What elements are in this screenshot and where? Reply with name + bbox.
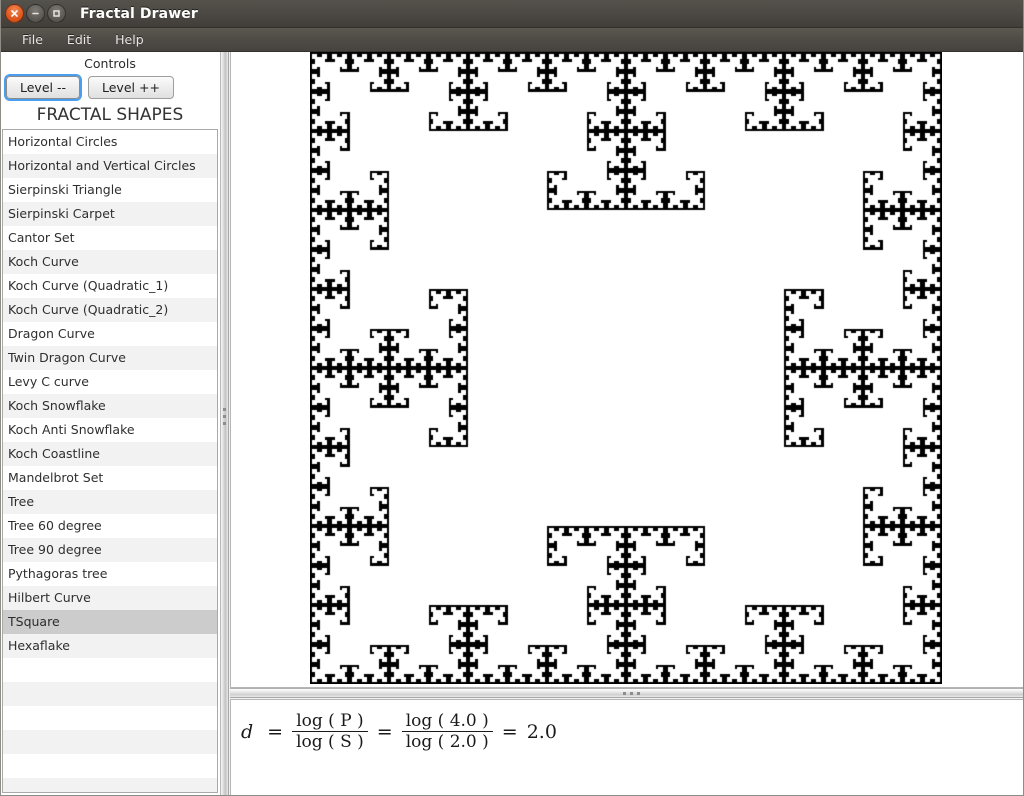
- list-item[interactable]: Koch Anti Snowflake: [3, 418, 217, 442]
- list-item[interactable]: Koch Coastline: [3, 442, 217, 466]
- fractal-drawing-canvas[interactable]: [310, 52, 942, 684]
- list-item[interactable]: Hexaflake: [3, 634, 217, 658]
- minimize-icon[interactable]: [26, 4, 45, 23]
- list-item[interactable]: Dragon Curve: [3, 322, 217, 346]
- menu-item-help[interactable]: Help: [103, 30, 156, 49]
- list-item[interactable]: Koch Curve (Quadratic_1): [3, 274, 217, 298]
- list-item-empty: [3, 682, 217, 706]
- list-item[interactable]: Horizontal and Vertical Circles: [3, 154, 217, 178]
- menu-item-edit[interactable]: Edit: [55, 30, 103, 49]
- list-item[interactable]: Sierpinski Carpet: [3, 202, 217, 226]
- formula-symbolic-fraction: log ( P ) log ( S ): [292, 712, 368, 752]
- application-window: Fractal Drawer File Edit Help Controls L…: [0, 0, 1024, 796]
- formula-result: 2.0: [526, 720, 557, 743]
- fractal-dimension-formula: d = log ( P ) log ( S ) = log ( 4.0 ) lo…: [241, 712, 557, 752]
- list-item[interactable]: Horizontal Circles: [3, 130, 217, 154]
- right-panel: d = log ( P ) log ( S ) = log ( 4.0 ) lo…: [230, 52, 1024, 796]
- maximize-icon[interactable]: [47, 4, 66, 23]
- list-item-empty: [3, 778, 217, 792]
- level-down-button[interactable]: Level --: [4, 74, 82, 101]
- fractal-shapes-list[interactable]: Horizontal Circles Horizontal and Vertica…: [2, 129, 218, 793]
- list-item[interactable]: TSquare: [3, 610, 217, 634]
- dimension-formula-panel: d = log ( P ) log ( S ) = log ( 4.0 ) lo…: [230, 699, 1024, 796]
- formula-numeric-denominator: log ( 2.0 ): [405, 732, 489, 753]
- list-item-empty: [3, 706, 217, 730]
- list-item[interactable]: Hilbert Curve: [3, 586, 217, 610]
- vertical-splitter[interactable]: [221, 52, 229, 796]
- list-item[interactable]: Koch Curve: [3, 250, 217, 274]
- horizontal-splitter[interactable]: [230, 688, 1024, 698]
- formula-equals-2: =: [376, 720, 393, 743]
- main-content: Controls Level -- Level ++ FRACTAL SHAPE…: [0, 52, 1024, 796]
- controls-button-row: Level -- Level ++: [0, 74, 220, 101]
- formula-equals-3: =: [501, 720, 518, 743]
- list-item[interactable]: Mandelbrot Set: [3, 466, 217, 490]
- vertical-splitter-grip: [223, 408, 226, 428]
- list-item[interactable]: Cantor Set: [3, 226, 217, 250]
- fractal-canvas-panel: [230, 52, 1024, 688]
- formula-numeric-numerator: log ( 4.0 ): [405, 711, 489, 731]
- list-item[interactable]: Tree: [3, 490, 217, 514]
- window-title: Fractal Drawer: [80, 5, 198, 22]
- formula-symbolic-denominator: log ( S ): [296, 732, 364, 753]
- title-bar: Fractal Drawer: [0, 0, 1024, 28]
- list-item[interactable]: Koch Curve (Quadratic_2): [3, 298, 217, 322]
- formula-equals-1: =: [267, 720, 284, 743]
- left-panel: Controls Level -- Level ++ FRACTAL SHAPE…: [0, 52, 221, 796]
- formula-variable: d: [241, 720, 254, 743]
- window-buttons: [5, 4, 66, 23]
- controls-header-label: Controls: [0, 52, 220, 74]
- menu-bar: File Edit Help: [0, 28, 1024, 52]
- list-item[interactable]: Tree 90 degree: [3, 538, 217, 562]
- list-item[interactable]: Koch Snowflake: [3, 394, 217, 418]
- level-up-button[interactable]: Level ++: [88, 76, 174, 99]
- menu-item-file[interactable]: File: [10, 30, 55, 49]
- formula-numeric-fraction: log ( 4.0 ) log ( 2.0 ): [401, 711, 493, 753]
- list-item[interactable]: Twin Dragon Curve: [3, 346, 217, 370]
- list-item-empty: [3, 754, 217, 778]
- formula-symbolic-numerator: log ( P ): [296, 711, 364, 731]
- list-item[interactable]: Sierpinski Triangle: [3, 178, 217, 202]
- horizontal-splitter-grip: [623, 692, 640, 695]
- close-icon[interactable]: [5, 4, 24, 23]
- list-item[interactable]: Tree 60 degree: [3, 514, 217, 538]
- list-item[interactable]: Pythagoras tree: [3, 562, 217, 586]
- list-item-empty: [3, 730, 217, 754]
- list-item[interactable]: Levy C curve: [3, 370, 217, 394]
- fractal-shapes-title: FRACTAL SHAPES: [0, 101, 220, 129]
- list-item-empty: [3, 658, 217, 682]
